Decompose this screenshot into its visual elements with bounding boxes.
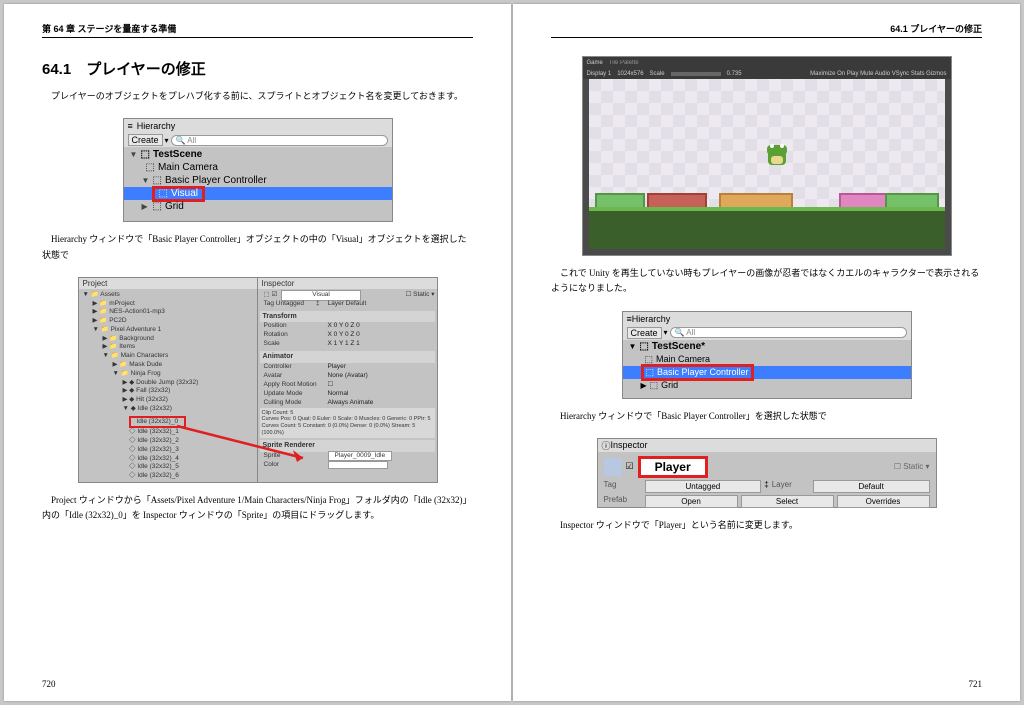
search-input[interactable]: 🔍 All <box>670 327 907 338</box>
inspector-body: ☑ Player ☐ Static ▾ Tag Untagged ‡ Layer… <box>598 452 936 512</box>
tree-item[interactable]: ▶ ◆ Hit (32x32) <box>121 396 255 405</box>
layer-label: Layer <box>772 480 810 493</box>
ground <box>589 207 945 249</box>
game-options: Display 1 1024x576 Scale 0.735 Maximize … <box>583 68 951 79</box>
open-button[interactable]: Open <box>645 495 738 508</box>
right-page: 64.1 プレイヤーの修正 Game Tile Palette Display … <box>513 4 1020 701</box>
inspector-tab: ⓘ Inspector <box>598 439 936 452</box>
menu-icon: ≡ <box>128 121 133 131</box>
tree-item[interactable]: ▶ ◆ Double Jump (32x32) <box>121 379 255 388</box>
select-button[interactable]: Select <box>741 495 834 508</box>
dropdown-icon: ▾ <box>165 136 169 145</box>
tag-label: Tag <box>604 480 642 493</box>
tile-palette-tab[interactable]: Tile Palette <box>609 60 639 66</box>
running-head-right: 64.1 プレイヤーの修正 <box>551 22 982 38</box>
figure-inspector-player: ⓘ Inspector ☑ Player ☐ Static ▾ Tag Unta… <box>597 438 937 508</box>
highlight-box: ⬚ Visual <box>152 186 206 202</box>
name-field[interactable]: Player <box>638 456 708 478</box>
tree-item[interactable]: ▶ 📁 Background <box>101 335 255 344</box>
tree-item-selected[interactable]: ⬚ Basic Player Controller <box>623 366 911 379</box>
figure-game-view: Game Tile Palette Display 1 1024x576 Sca… <box>582 56 952 256</box>
tree-item[interactable]: ▶ 📁 NES-Action01-mp3 <box>91 308 255 317</box>
paragraph: プレイヤーのオブジェクトをプレハブ化する前に、スプライトとオブジェクト名を変更し… <box>42 89 473 104</box>
tree-item[interactable]: ▼ ◆ Idle (32x32) <box>121 405 255 414</box>
tree-item[interactable]: ▼ 📁 Pixel Adventure 1 <box>91 326 255 335</box>
display-select[interactable]: Display 1 <box>587 71 612 77</box>
scene-row[interactable]: ▼ ⬚ TestScene* <box>623 340 911 353</box>
figure-hierarchy-visual: ≡ Hierarchy Create ▾ 🔍 All ▼⬚ TestScene … <box>123 118 393 222</box>
create-button[interactable]: Create <box>128 134 163 146</box>
tree-item[interactable]: ▶⬚ Grid <box>124 200 392 213</box>
inspector-tab: Inspector <box>258 278 437 289</box>
tree-item[interactable]: ◇ Idle (32x32)_5 <box>121 463 255 472</box>
left-page: 第 64 章 ステージを量産する準備 64.1 プレイヤーの修正 プレイヤーのオ… <box>4 4 511 701</box>
tree-item[interactable]: ▶ 📁 PC2D <box>91 317 255 326</box>
player-sprite <box>767 143 787 165</box>
tree-item[interactable]: ▼ 📁 Assets <box>81 291 255 300</box>
layer-select[interactable]: Default <box>813 480 930 493</box>
game-right-options[interactable]: Maximize On Play Mute Audio VSync Stats … <box>810 71 946 77</box>
figure-hierarchy-bpc: ≡ Hierarchy Create▾ 🔍 All ▼ ⬚ TestScene*… <box>622 311 912 399</box>
project-tab: Project <box>79 278 257 289</box>
running-head-left: 第 64 章 ステージを量産する準備 <box>42 22 473 38</box>
game-toolbar: Game Tile Palette <box>583 57 951 68</box>
animator-section[interactable]: Animator <box>260 351 435 362</box>
tree-item[interactable]: ◇ Idle (32x32)_6 <box>121 472 255 481</box>
hierarchy-tree: ▼⬚ TestScene ⬚ Main Camera ▼⬚ Basic Play… <box>124 147 392 221</box>
create-row: Create▾ 🔍 All <box>623 326 911 340</box>
search-input[interactable]: 🔍 All <box>171 135 388 146</box>
hierarchy-tab: ≡ Hierarchy <box>623 312 911 326</box>
tree-item-selected[interactable]: ⬚ Visual <box>124 187 392 200</box>
gameobject-icon <box>604 458 622 476</box>
scale-value: 0.735 <box>727 71 742 77</box>
static-checkbox[interactable]: ☐ Static ▾ <box>894 462 930 471</box>
scale-slider[interactable] <box>671 72 721 76</box>
scale-label: Scale <box>650 71 665 77</box>
resolution-select[interactable]: 1024x576 <box>617 71 643 77</box>
page-spread: 第 64 章 ステージを量産する準備 64.1 プレイヤーの修正 プレイヤーのオ… <box>4 4 1020 701</box>
paragraph: Hierarchy ウィンドウで「Basic Player Controller… <box>551 409 982 424</box>
hierarchy-tab: ≡ Hierarchy <box>124 119 392 133</box>
tree-item[interactable]: ▼ 📁 Ninja Frog <box>111 370 255 379</box>
paragraph: これで Unity を再生していない時もプレイヤーの画像が忍者ではなくカエルのキ… <box>551 266 982 297</box>
prefab-label: Prefab <box>604 495 642 508</box>
create-row: Create ▾ 🔍 All <box>124 133 392 147</box>
figure-project-inspector: Project ▼ 📁 Assets ▶ 📁 mProject ▶ 📁 NES-… <box>78 277 438 483</box>
tree-item[interactable]: ⬚ Main Camera <box>124 161 392 174</box>
game-tab[interactable]: Game <box>587 60 603 66</box>
hierarchy-label: Hierarchy <box>137 121 176 131</box>
transform-section[interactable]: Transform <box>260 311 435 322</box>
paragraph: Project ウィンドウから「Assets/Pixel Adventure 1… <box>42 493 473 524</box>
tag-select[interactable]: Untagged <box>645 480 762 493</box>
page-number: 721 <box>969 679 983 689</box>
page-number: 720 <box>42 679 56 689</box>
tree-item[interactable]: ▼ 📁 Main Characters <box>101 352 255 361</box>
create-button[interactable]: Create <box>627 327 662 339</box>
tree-item[interactable]: ▶ ⬚ Grid <box>623 379 911 392</box>
tree-item[interactable]: ▶ 📁 Items <box>101 343 255 352</box>
scene-row[interactable]: ▼⬚ TestScene <box>124 148 392 161</box>
paragraph: Hierarchy ウィンドウで「Basic Player Controller… <box>42 232 473 263</box>
paragraph: Inspector ウィンドウで「Player」という名前に変更します。 <box>551 518 982 533</box>
drag-arrow-icon <box>173 422 313 464</box>
overrides-button[interactable]: Overrides <box>837 495 930 508</box>
sprite-field[interactable]: Player_0009_Idle <box>328 451 393 462</box>
tree-item[interactable]: ▶ 📁 mProject <box>91 300 255 309</box>
tree-item[interactable]: ▶ 📁 Mask Dude <box>111 361 255 370</box>
tree-item[interactable]: ▶ ◆ Fall (32x32) <box>121 387 255 396</box>
section-heading: 64.1 プレイヤーの修正 <box>42 58 473 79</box>
game-viewport <box>589 79 945 249</box>
